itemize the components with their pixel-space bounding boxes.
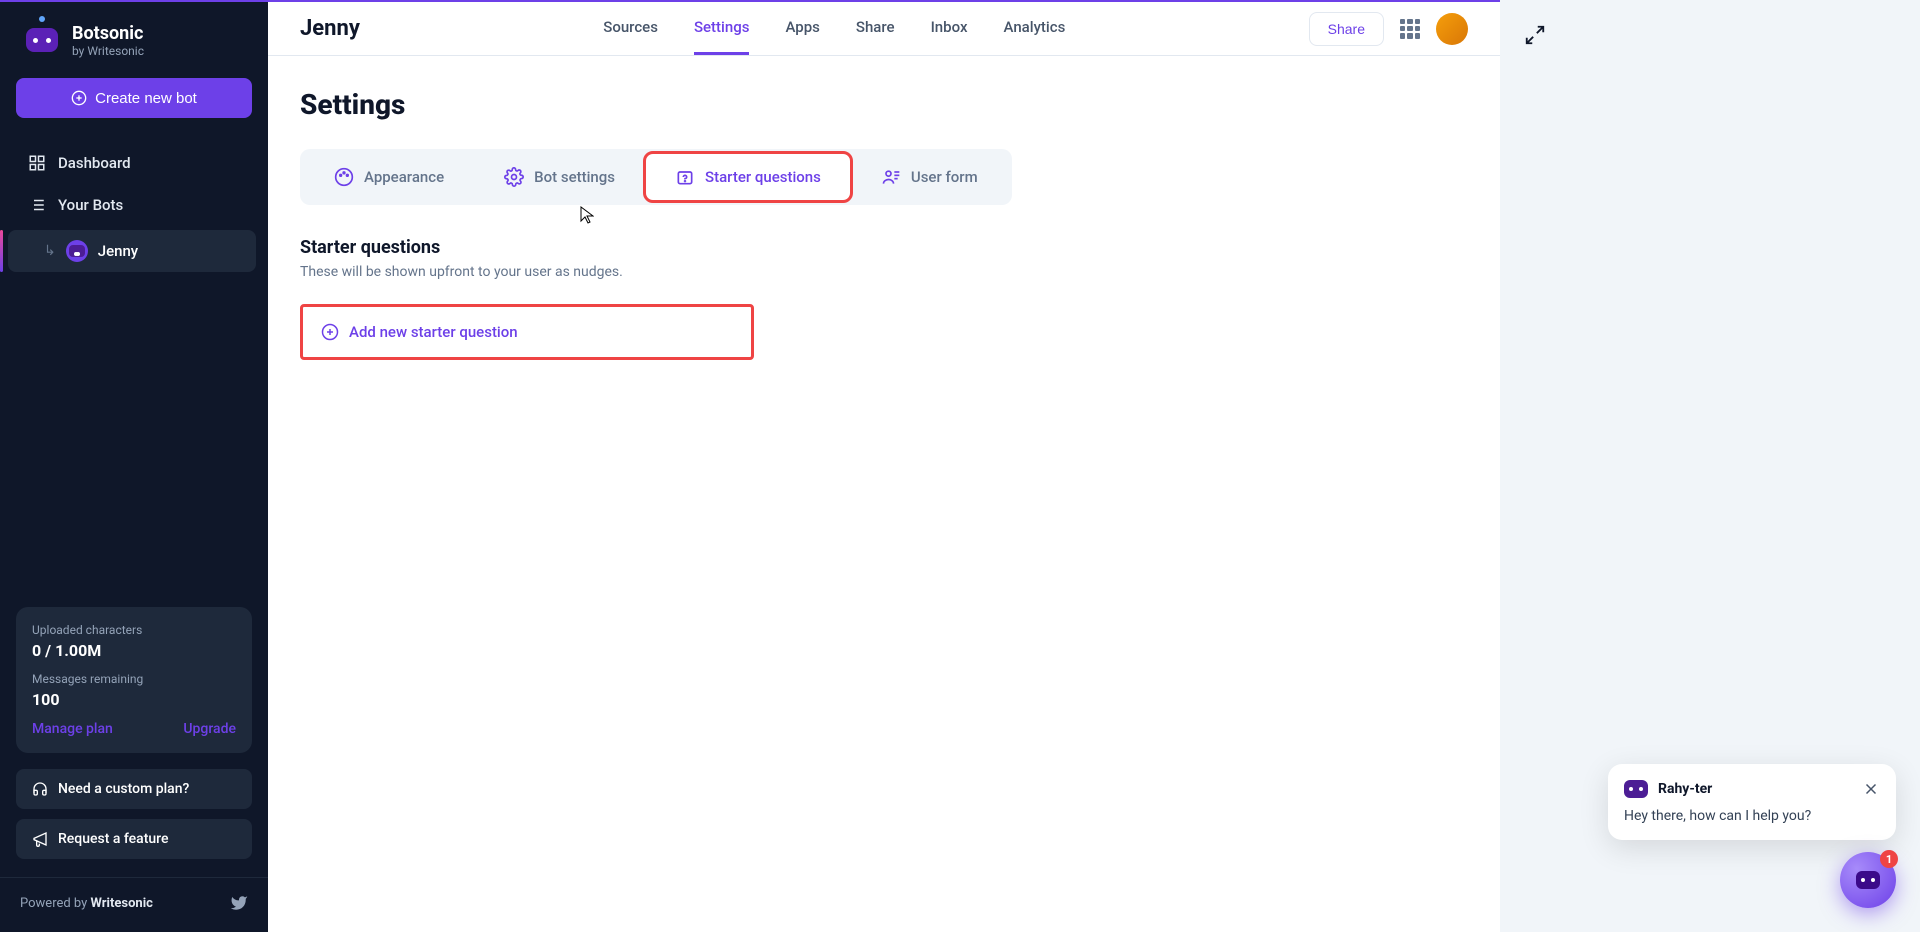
- topbar-nav: Sources Settings Apps Share Inbox Analyt…: [603, 2, 1065, 55]
- uploaded-chars-label: Uploaded characters: [32, 623, 236, 637]
- grid-icon: [28, 154, 46, 172]
- uploaded-chars-value: 0 / 1.00M: [32, 641, 236, 660]
- settings-tabs: Appearance Bot settings Starter question…: [300, 149, 1012, 205]
- chat-launcher-icon: [1856, 871, 1880, 889]
- twitter-icon[interactable]: [230, 894, 248, 912]
- topbar: Jenny Sources Settings Apps Share Inbox …: [268, 0, 1500, 56]
- settings-tab-starter-questions[interactable]: Starter questions: [645, 153, 851, 201]
- settings-tab-user-form[interactable]: User form: [851, 153, 1008, 201]
- tab-settings[interactable]: Settings: [694, 2, 750, 55]
- preview-panel: Rahy-ter Hey there, how can I help you? …: [1500, 0, 1920, 932]
- create-new-bot-label: Create new bot: [95, 90, 197, 107]
- sidebar-item-dashboard[interactable]: Dashboard: [0, 142, 268, 184]
- bot-avatar-icon: [66, 240, 88, 262]
- chat-bot-name: Rahy-ter: [1658, 781, 1852, 797]
- sidebar-item-yourbots[interactable]: Your Bots: [0, 184, 268, 226]
- section-title: Starter questions: [300, 237, 1468, 258]
- main: Jenny Sources Settings Apps Share Inbox …: [268, 0, 1920, 932]
- chat-bot-avatar-icon: [1624, 780, 1648, 798]
- powered-by: Powered by Writesonic: [0, 877, 268, 912]
- tab-apps[interactable]: Apps: [785, 2, 819, 55]
- tab-sources[interactable]: Sources: [603, 2, 658, 55]
- share-button[interactable]: Share: [1309, 12, 1384, 46]
- sidebar-item-label: Your Bots: [58, 196, 123, 214]
- page-title: Settings: [300, 88, 1468, 121]
- brand-subtitle: by Writesonic: [72, 44, 144, 58]
- user-avatar[interactable]: [1436, 13, 1468, 45]
- brand-logo-icon: [24, 22, 60, 58]
- tab-label: User form: [911, 168, 978, 186]
- chat-popup: Rahy-ter Hey there, how can I help you?: [1608, 764, 1896, 840]
- request-feature-label: Request a feature: [58, 831, 168, 847]
- messages-remaining-label: Messages remaining: [32, 672, 236, 686]
- user-form-icon: [881, 167, 901, 187]
- headset-icon: [32, 781, 48, 797]
- sidebar-item-bot-jenny[interactable]: ↳ Jenny: [8, 230, 256, 272]
- section-description: These will be shown upfront to your user…: [300, 264, 1468, 280]
- chat-message: Hey there, how can I help you?: [1624, 808, 1880, 824]
- settings-tab-bot-settings[interactable]: Bot settings: [474, 153, 645, 201]
- upgrade-link[interactable]: Upgrade: [183, 721, 236, 737]
- question-card-icon: [675, 167, 695, 187]
- chat-badge: 1: [1880, 850, 1898, 868]
- tab-share[interactable]: Share: [856, 2, 895, 55]
- apps-menu-button[interactable]: [1400, 19, 1420, 39]
- plus-circle-icon: [71, 90, 87, 106]
- sidebar-bot-label: Jenny: [98, 242, 138, 260]
- custom-plan-link[interactable]: Need a custom plan?: [16, 769, 252, 809]
- sub-arrow-icon: ↳: [44, 243, 56, 259]
- messages-remaining-value: 100: [32, 690, 236, 709]
- create-new-bot-button[interactable]: Create new bot: [16, 78, 252, 118]
- sidebar-item-label: Dashboard: [58, 154, 131, 172]
- expand-icon[interactable]: [1524, 24, 1546, 46]
- add-starter-label: Add new starter question: [349, 323, 518, 341]
- sidebar: Botsonic by Writesonic Create new bot Da…: [0, 0, 268, 932]
- tab-label: Appearance: [364, 168, 444, 186]
- brand: Botsonic by Writesonic: [0, 22, 268, 78]
- custom-plan-label: Need a custom plan?: [58, 781, 189, 797]
- tab-inbox[interactable]: Inbox: [931, 2, 968, 55]
- gear-icon: [504, 167, 524, 187]
- plan-card: Uploaded characters 0 / 1.00M Messages r…: [16, 607, 252, 753]
- brand-name: Botsonic: [72, 23, 144, 44]
- add-starter-question-button[interactable]: Add new starter question: [300, 304, 754, 360]
- settings-tab-appearance[interactable]: Appearance: [304, 153, 474, 201]
- tab-label: Starter questions: [705, 168, 821, 186]
- tab-analytics[interactable]: Analytics: [1004, 2, 1066, 55]
- palette-icon: [334, 167, 354, 187]
- plus-circle-icon: [321, 323, 339, 341]
- manage-plan-link[interactable]: Manage plan: [32, 721, 113, 737]
- close-icon[interactable]: [1862, 780, 1880, 798]
- megaphone-icon: [32, 831, 48, 847]
- tab-label: Bot settings: [534, 168, 615, 186]
- chat-launcher-button[interactable]: 1: [1840, 852, 1896, 908]
- page-bot-title: Jenny: [300, 16, 360, 41]
- request-feature-link[interactable]: Request a feature: [16, 819, 252, 859]
- list-icon: [28, 196, 46, 214]
- sidebar-nav: Dashboard Your Bots ↳ Jenny: [0, 142, 268, 276]
